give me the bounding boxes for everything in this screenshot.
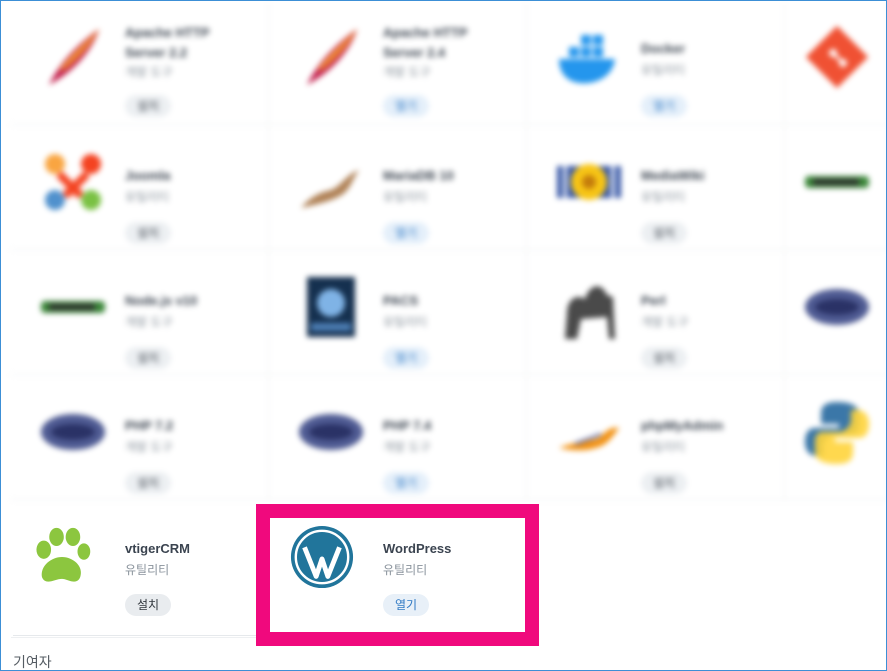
app-name: Node.js v10 xyxy=(125,293,198,308)
app-name: Apache HTTP Server 2.4 xyxy=(383,25,468,60)
app-tile-nodejs-partial[interactable] xyxy=(785,126,886,250)
highlight-box xyxy=(256,504,539,646)
app-tile-php-partial[interactable] xyxy=(785,251,886,375)
app-category: 개발 도구 xyxy=(125,440,173,454)
app-tile-pacs[interactable]: PACS 유틸리티 열기 xyxy=(269,251,527,375)
app-name: PHP 7.4 xyxy=(383,418,432,433)
app-category: 유틸리티 xyxy=(641,190,686,204)
app-name: MediaWiki xyxy=(641,168,705,183)
app-name: Perl xyxy=(641,293,666,308)
app-tile-php-72[interactable]: PHP 7.2 개발 도구 설치 xyxy=(11,376,269,500)
app-category: 유틸리티 xyxy=(383,190,428,204)
app-category: 개발 도구 xyxy=(383,440,431,454)
divider xyxy=(13,635,259,636)
app-tile-php-74[interactable]: PHP 7.4 개발 도구 열기 xyxy=(269,376,527,500)
install-button[interactable]: 설치 xyxy=(641,347,687,369)
app-name: Docker xyxy=(641,41,686,56)
app-tile-nodejs-v10[interactable]: Node.js v10 개발 도구 설치 xyxy=(11,251,269,375)
app-category: 유틸리티 xyxy=(641,440,686,454)
apache-feather-icon xyxy=(49,29,99,85)
app-tile-git[interactable] xyxy=(785,1,886,125)
app-tile-mariadb[interactable]: MariaDB 10 유틸리티 열기 xyxy=(269,126,527,250)
app-name: phpMyAdmin xyxy=(641,418,724,433)
app-category: 유틸리티 xyxy=(641,63,686,77)
install-button[interactable]: 설치 xyxy=(125,222,171,244)
git-icon xyxy=(805,25,869,89)
app-category: 개발 도구 xyxy=(641,315,689,329)
install-button[interactable]: 설치 xyxy=(125,472,171,494)
install-button[interactable]: 설치 xyxy=(125,95,171,117)
open-button[interactable]: 열기 xyxy=(383,347,429,369)
contributors-label: 기여자 xyxy=(13,654,52,670)
apache-feather-icon xyxy=(307,29,357,85)
package-center-window: Apache HTTP Server 2.2 개발 도구 설치 Apache H… xyxy=(0,0,887,671)
open-button[interactable]: 열기 xyxy=(383,472,429,494)
app-category: 유틸리티 xyxy=(125,190,170,204)
php-icon xyxy=(805,289,869,325)
open-button[interactable]: 열기 xyxy=(383,95,429,117)
app-name: Apache HTTP Server 2.2 xyxy=(125,25,210,60)
install-button[interactable]: 설치 xyxy=(125,347,171,369)
app-tile-mediawiki[interactable]: MediaWiki 유틸리티 설치 xyxy=(527,126,785,250)
python-icon xyxy=(805,402,869,464)
open-button[interactable]: 열기 xyxy=(641,95,687,117)
app-category: 유틸리티 xyxy=(383,315,428,329)
paw-icon xyxy=(36,527,91,582)
app-tile-docker[interactable]: Docker 유틸리티 열기 xyxy=(527,1,785,125)
app-name: vtigerCRM xyxy=(125,541,191,556)
app-category: 유틸리티 xyxy=(125,563,170,577)
nodejs-icon xyxy=(41,301,105,313)
open-button[interactable]: 열기 xyxy=(383,222,429,244)
install-button[interactable]: 설치 xyxy=(125,594,171,616)
app-tile-joomla[interactable]: Joomla 유틸리티 설치 xyxy=(11,126,269,250)
app-name: Joomla xyxy=(125,168,171,183)
app-tile-phpmyadmin[interactable]: phpMyAdmin 유틸리티 설치 xyxy=(527,376,785,500)
install-button[interactable]: 설치 xyxy=(641,222,687,244)
app-category: 개발 도구 xyxy=(383,65,431,79)
pacs-icon xyxy=(307,277,355,337)
joomla-icon xyxy=(45,154,101,210)
app-name: PACS xyxy=(383,293,419,308)
mariadb-seal-icon xyxy=(301,170,359,208)
phpmyadmin-icon xyxy=(559,427,619,451)
app-category: 개발 도구 xyxy=(125,315,173,329)
app-category: 개발 도구 xyxy=(125,65,173,79)
docker-whale-icon xyxy=(559,35,615,84)
mediawiki-sunflower-icon xyxy=(557,164,621,200)
app-tile-apache-24[interactable]: Apache HTTP Server 2.4 개발 도구 열기 xyxy=(269,1,527,125)
app-name: PHP 7.2 xyxy=(125,418,174,433)
perl-camel-icon xyxy=(565,286,615,339)
php-icon xyxy=(41,414,105,450)
app-tile-perl[interactable]: Perl 개발 도구 설치 xyxy=(527,251,785,375)
app-name: MariaDB 10 xyxy=(383,168,454,183)
nodejs-icon xyxy=(805,176,869,188)
blurred-app-grid: Apache HTTP Server 2.2 개발 도구 설치 Apache H… xyxy=(1,1,886,513)
app-tile-vtigercrm[interactable]: vtigerCRM 유틸리티 설치 xyxy=(11,514,269,638)
app-tile-python-partial[interactable] xyxy=(785,376,886,500)
app-tile-apache-22[interactable]: Apache HTTP Server 2.2 개발 도구 설치 xyxy=(11,1,269,125)
install-button[interactable]: 설치 xyxy=(641,472,687,494)
php-icon xyxy=(299,414,363,450)
